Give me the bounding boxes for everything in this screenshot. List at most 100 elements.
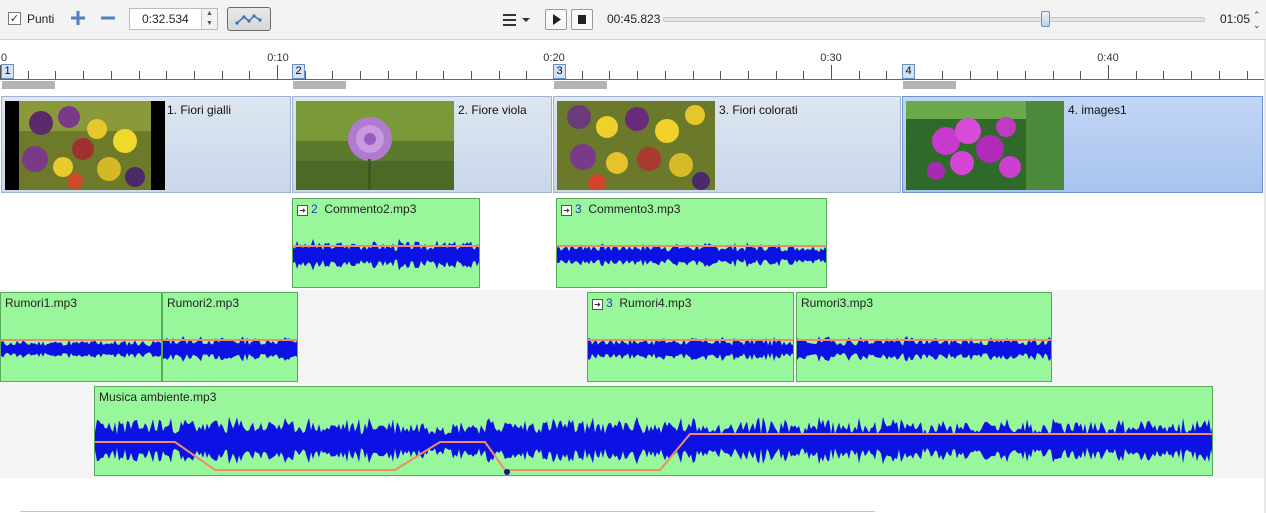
slide-title: 3. Fiori colorati — [719, 103, 798, 117]
audio-clip[interactable]: ➜ 2 Commento2.mp3 — [292, 198, 480, 288]
ruler-tick — [665, 71, 666, 79]
ruler-tick — [360, 71, 361, 79]
current-time: 00:45.823 — [607, 12, 661, 26]
waveform — [95, 416, 1212, 475]
ruler-tick — [277, 65, 278, 79]
slide-marker[interactable]: 4 — [902, 64, 915, 79]
remove-point-icon[interactable] — [99, 9, 117, 27]
audio-clip[interactable]: Musica ambiente.mp3 — [94, 386, 1213, 476]
ruler-tick — [997, 71, 998, 79]
toolbar: ✓ Punti 0:32.534 ▲ ▼ 00:45.823 01:05 ⌃ ⌄ — [0, 0, 1266, 40]
ruler-tick — [609, 71, 610, 79]
audio-clip[interactable]: Rumori2.mp3 — [162, 292, 298, 382]
ruler-tick — [831, 65, 832, 79]
spin-down-icon[interactable]: ▼ — [202, 19, 217, 29]
clip-label: ➜ 2 Commento2.mp3 — [297, 202, 416, 216]
ruler-tick — [388, 71, 389, 79]
points-checkbox[interactable]: ✓ — [8, 12, 21, 25]
menu-dropdown-button[interactable] — [500, 10, 534, 30]
waveform — [1, 339, 161, 359]
slide-thumbnail — [296, 101, 454, 190]
audio-clip[interactable]: ➜ 3 Commento3.mp3 — [556, 198, 827, 288]
ruler-tick — [1025, 71, 1026, 79]
ruler-label: 0 — [0, 52, 8, 64]
horizontal-scrollbar[interactable] — [20, 511, 875, 512]
ruler-tick — [111, 71, 112, 79]
ruler-label: 0:10 — [267, 52, 289, 64]
timeline-ruler[interactable]: 0 0:10 0:20 0:30 0:40 — [0, 40, 1264, 80]
ruler-label: 0:40 — [1097, 52, 1119, 64]
slide-thumbnail — [5, 101, 165, 190]
ruler-tick — [166, 71, 167, 79]
total-time: 01:05 — [1220, 12, 1251, 26]
ruler-tick — [471, 71, 472, 79]
clip-label: ➜ 3 Rumori4.mp3 — [592, 296, 691, 310]
ruler-tick — [582, 71, 583, 79]
ruler-tick — [499, 71, 500, 79]
ruler-tick — [803, 71, 804, 79]
waveform — [163, 336, 297, 362]
ruler-tick — [305, 71, 306, 79]
stop-button[interactable] — [571, 9, 593, 30]
ruler-tick — [28, 71, 29, 79]
play-button[interactable] — [545, 9, 567, 30]
ruler-tick — [720, 71, 721, 79]
waveform — [797, 336, 1051, 362]
slide-marker[interactable]: 2 — [292, 64, 305, 79]
seek-slider-thumb[interactable] — [1041, 11, 1051, 27]
slide-title: 1. Fiori gialli — [167, 103, 232, 117]
image-track: 1 2 3 4 1. Fiori gialli 2. Fiore viola 3… — [0, 64, 1264, 194]
ruler-label: 0:30 — [820, 52, 842, 64]
transition-bar[interactable] — [293, 81, 346, 89]
slide-marker[interactable]: 1 — [1, 64, 14, 79]
envelope-icon — [235, 14, 262, 25]
ruler-tick — [1191, 71, 1192, 79]
slide-clip[interactable]: 4. images1 — [902, 96, 1263, 193]
ruler-tick — [1219, 71, 1220, 79]
slide-thumbnail — [557, 101, 715, 190]
link-icon: ➜ — [297, 205, 308, 216]
ruler-tick — [1108, 65, 1109, 79]
transition-bar[interactable] — [2, 81, 55, 89]
expand-icon[interactable]: ⌃ ⌄ — [1253, 10, 1263, 30]
transition-bar[interactable] — [554, 81, 607, 89]
waveform — [588, 336, 793, 362]
transition-bar[interactable] — [903, 81, 956, 89]
slide-clip[interactable]: 1. Fiori gialli — [1, 96, 291, 193]
slide-title: 2. Fiore viola — [458, 103, 527, 117]
play-icon — [553, 14, 561, 25]
ruler-label: 0:20 — [543, 52, 565, 64]
slide-clip[interactable]: 3. Fiori colorati — [553, 96, 901, 193]
ruler-tick — [83, 71, 84, 79]
ruler-tick — [139, 71, 140, 79]
ruler-tick — [748, 71, 749, 79]
ruler-tick — [693, 71, 694, 79]
slide-title: 4. images1 — [1068, 103, 1127, 117]
ruler-tick — [416, 71, 417, 79]
add-point-icon[interactable] — [69, 9, 87, 27]
ruler-tick — [970, 71, 971, 79]
ruler-tick — [249, 71, 250, 79]
slide-marker[interactable]: 3 — [553, 64, 566, 79]
ruler-tick — [886, 71, 887, 79]
audio-clip[interactable]: Rumori1.mp3 — [0, 292, 162, 382]
seek-slider-track[interactable] — [663, 17, 1205, 22]
ruler-tick — [1080, 71, 1081, 79]
ruler-tick — [942, 71, 943, 79]
slide-clip[interactable]: 2. Fiore viola — [292, 96, 552, 193]
time-spinner[interactable]: ▲ ▼ — [201, 9, 217, 29]
ruler-tick — [222, 71, 223, 79]
spin-up-icon[interactable]: ▲ — [202, 9, 217, 19]
audio-clip[interactable]: Rumori3.mp3 — [796, 292, 1052, 382]
audio-clip[interactable]: ➜ 3 Rumori4.mp3 — [587, 292, 794, 382]
ruler-tick — [526, 71, 527, 79]
ruler-tick — [443, 71, 444, 79]
volume-envelope-toggle[interactable] — [227, 7, 271, 31]
stop-icon — [578, 15, 586, 24]
slide-thumbnail — [906, 101, 1064, 190]
ruler-tick — [776, 71, 777, 79]
ruler-tick — [55, 71, 56, 79]
ruler-tick — [332, 71, 333, 79]
ruler-tick — [1053, 71, 1054, 79]
ruler-tick — [1136, 71, 1137, 79]
